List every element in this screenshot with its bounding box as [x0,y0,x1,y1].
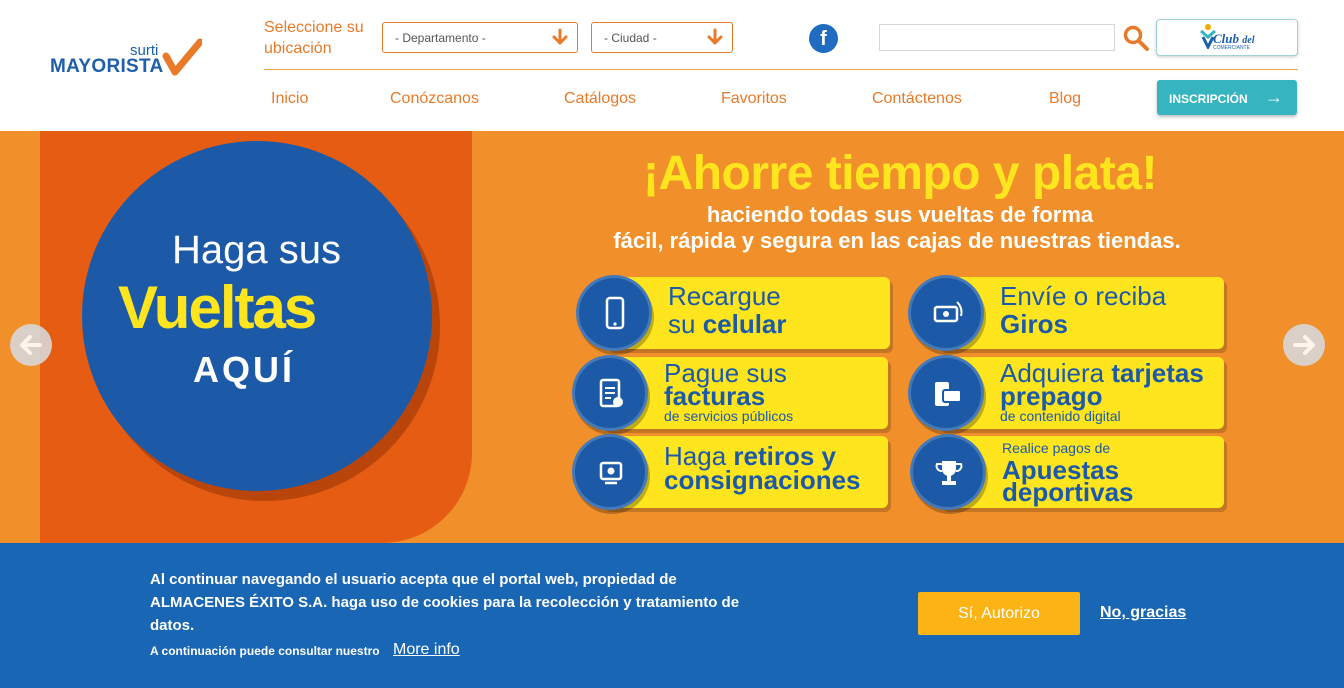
card-recargue: Recargue su celular [576,275,890,351]
card-icon-circle [572,434,648,510]
card-icon-circle [572,355,648,431]
circle-line1: Haga sus [172,228,341,272]
accept-cookies-button[interactable]: Sí, Autorizo [918,592,1080,635]
cash-withdrawal-icon [599,461,623,485]
hero-banner[interactable]: Haga sus Vueltas AQUÍ ¡Ahorre tiempo y p… [0,131,1344,543]
arrow-right-icon [1293,335,1315,355]
arrow-right-icon: → [1265,87,1283,107]
trophy-icon [935,461,963,485]
card-line1: Envíe o reciba [1000,281,1167,311]
phone-icon [605,296,625,330]
card-pague-facturas: Pague sus facturas de servicios públicos [572,355,888,431]
card-line2: deportivas [1002,477,1134,507]
inscripcion-button[interactable]: INSCRIPCIÓN → [1157,80,1297,115]
search-icon[interactable] [1122,24,1150,52]
invoice-icon [599,378,623,408]
card-line2: consignaciones [664,465,861,495]
card-line1: Recargue [668,281,781,311]
nav-contactenos[interactable]: Contáctenos [872,90,962,108]
ciudad-select-value: - Ciudad - [604,31,657,45]
slider-prev-button[interactable] [10,324,52,366]
more-info-link[interactable]: More info [393,641,460,659]
search-input[interactable] [879,24,1115,51]
slider-next-button[interactable] [1283,324,1325,366]
nav-conozcanos[interactable]: Conózcanos [390,90,479,108]
card-line2: Giros [1000,309,1068,339]
circle-line3: AQUÍ [193,349,295,390]
card-line2: facturas [664,381,766,411]
surtimayorista-logo[interactable]: surti MAYORISTA [50,38,210,82]
logo-main-text: MAYORISTA [50,56,164,77]
location-label: Seleccione su ubicación [264,19,364,57]
card-icon-circle [908,355,984,431]
card-icon-circle [910,434,986,510]
cookie-banner: Al continuar navegando el usuario acepta… [0,543,1344,688]
arrow-down-icon [552,28,568,45]
card-icon-circle [908,275,984,351]
card-small: de contenido digital [1000,408,1121,424]
card-icon-circle [576,275,652,351]
prepaid-card-icon [935,382,962,406]
club-del-comerciante-button[interactable]: Club del COMERCIANTE [1156,19,1298,56]
nav-blog[interactable]: Blog [1049,90,1081,108]
card-apuestas: Realice pagos de Apuestas deportivas [910,434,1224,510]
money-transfer-icon [933,301,963,323]
banner-subtitle-1: haciendo todas sus vueltas de forma [706,202,1094,227]
card-retiros: Haga retiros y consignaciones [572,434,888,510]
decline-cookies-link[interactable]: No, gracias [1100,604,1186,622]
circle-line2: Vueltas [118,274,317,341]
nav-inicio[interactable]: Inicio [271,90,308,108]
header-divider [264,69,1298,70]
cookie-small-text: A continuación puede consultar nuestro [150,644,380,658]
banner-subtitle-2: fácil, rápida y segura en las cajas de n… [613,228,1181,253]
nav-favoritos[interactable]: Favoritos [721,90,787,108]
cookie-text: Al continuar navegando el usuario acepta… [150,571,740,634]
card-top: Realice pagos de [1002,440,1111,456]
card-envie-giros: Envíe o reciba Giros [908,275,1224,351]
ciudad-select[interactable]: - Ciudad - [591,22,733,53]
card-adquiera-tarjetas: Adquiera tarjetas prepago de contenido d… [908,355,1224,431]
arrow-down-icon [707,28,723,45]
inscripcion-label: INSCRIPCIÓN [1169,92,1248,106]
card-small: de servicios públicos [664,408,794,424]
card-line2: prepago [1000,381,1103,411]
checkmark-icon [162,38,202,76]
site-header: surti MAYORISTA Seleccione su ubicación … [0,0,1344,131]
banner-headline: ¡Ahorre tiempo y plata! [643,147,1157,200]
club-small-text: COMERCIANTE [1213,45,1250,51]
nav-catalogos[interactable]: Catálogos [564,90,636,108]
arrow-left-icon [20,335,42,355]
facebook-icon[interactable]: f [809,24,838,53]
departamento-select-value: - Departamento - [395,31,486,45]
departamento-select[interactable]: - Departamento - [382,22,578,53]
card-line2: su celular [668,309,787,339]
